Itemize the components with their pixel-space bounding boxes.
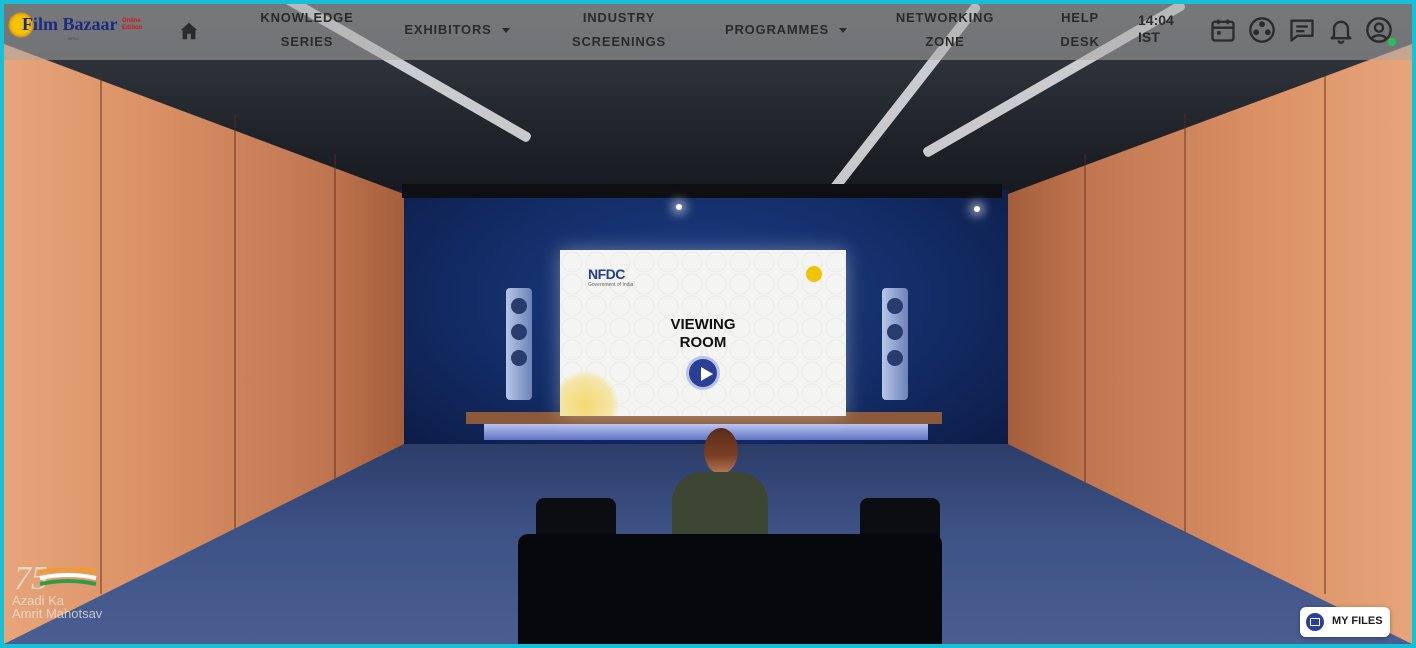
nav-label-line1: INDUSTRY	[582, 10, 656, 25]
wall-panel-line	[234, 114, 236, 554]
top-navigation: Film Bazaar Online Edition NFDC KNOWLEDG…	[4, 4, 1412, 60]
wall-panel-line	[1184, 114, 1186, 554]
wall-panel-line	[100, 74, 102, 594]
clock: 14:04 IST	[1138, 12, 1174, 46]
nav-label-line2: ZONE	[925, 34, 965, 49]
home-icon[interactable]	[178, 20, 200, 42]
nav-networking-zone[interactable]: NETWORKING ZONE	[890, 6, 1000, 54]
screen-brand-sub: Government of India	[588, 282, 634, 288]
clock-zone: IST	[1138, 29, 1160, 45]
nav-label-line1: KNOWLEDGE	[260, 10, 354, 25]
calendar-icon[interactable]	[1209, 16, 1239, 46]
chat-icon[interactable]	[1288, 16, 1318, 46]
chevron-down-icon	[839, 28, 848, 34]
left-speaker	[506, 288, 532, 400]
screen-title-line1: VIEWING	[670, 316, 736, 333]
nav-knowledge-series[interactable]: KNOWLEDGE SERIES	[254, 6, 360, 54]
nav-label: EXHIBITORS	[404, 22, 492, 37]
screen-title: VIEWING ROOM	[560, 316, 846, 352]
screen-brand: NFDC	[588, 266, 625, 282]
film-bazaar-badge-icon	[806, 266, 822, 282]
avatar-head	[704, 428, 738, 474]
nav-label: PROGRAMMES	[724, 22, 830, 37]
nav-exhibitors[interactable]: EXHIBITORS	[402, 18, 512, 42]
folder-icon	[1306, 613, 1324, 631]
my-files-label: MY FILES	[1332, 615, 1383, 627]
chevron-down-icon	[501, 28, 510, 34]
nav-help-desk[interactable]: HELP DESK	[1050, 6, 1110, 54]
viewing-screen[interactable]: NFDC Government of India VIEWING ROOM	[560, 250, 846, 416]
stage-light-rig	[402, 184, 1002, 198]
nav-programmes[interactable]: PROGRAMMES	[722, 18, 850, 42]
nav-label-line2: SERIES	[280, 34, 334, 49]
spotlight	[676, 204, 682, 210]
azadi-line2: Amrit Mahotsav	[12, 606, 103, 621]
logo-text: Film Bazaar	[22, 14, 118, 34]
nav-label-line1: HELP	[1061, 10, 1099, 25]
clock-time: 14:04	[1138, 12, 1174, 28]
wall-panel-line	[334, 154, 336, 514]
film-bazaar-logo[interactable]: Film Bazaar Online Edition NFDC	[8, 10, 148, 46]
sofa	[518, 534, 942, 644]
logo-sub: Online Edition	[122, 18, 143, 31]
azadi-text: Azadi Ka Amrit Mahotsav	[12, 594, 102, 620]
wall-panel-line	[1324, 74, 1326, 594]
wall-panel-line	[1084, 154, 1086, 514]
my-files-button[interactable]: MY FILES	[1300, 607, 1390, 637]
online-status-indicator	[1388, 38, 1396, 46]
azadi-ka-amrit-mahotsav-logo: 75 Azadi Ka Amrit Mahotsav	[8, 560, 128, 628]
nav-label-line1: NETWORKING	[895, 10, 995, 25]
film-reel-icon[interactable]	[1248, 16, 1278, 46]
right-speaker	[882, 288, 908, 400]
tricolor-flag-icon	[39, 568, 97, 586]
spotlight	[974, 206, 980, 212]
screen-title-line2: ROOM	[679, 334, 727, 351]
nav-label-line2: DESK	[1060, 34, 1100, 49]
bell-icon[interactable]	[1327, 16, 1357, 46]
play-icon[interactable]	[686, 356, 720, 390]
avatar-body	[672, 472, 768, 542]
logo-tag: NFDC	[68, 36, 80, 41]
app-frame: NFDC Government of India VIEWING ROOM Fi…	[4, 4, 1412, 644]
nav-industry-screenings[interactable]: INDUSTRY SCREENINGS	[564, 6, 674, 54]
nav-label-line2: SCREENINGS	[572, 34, 666, 49]
